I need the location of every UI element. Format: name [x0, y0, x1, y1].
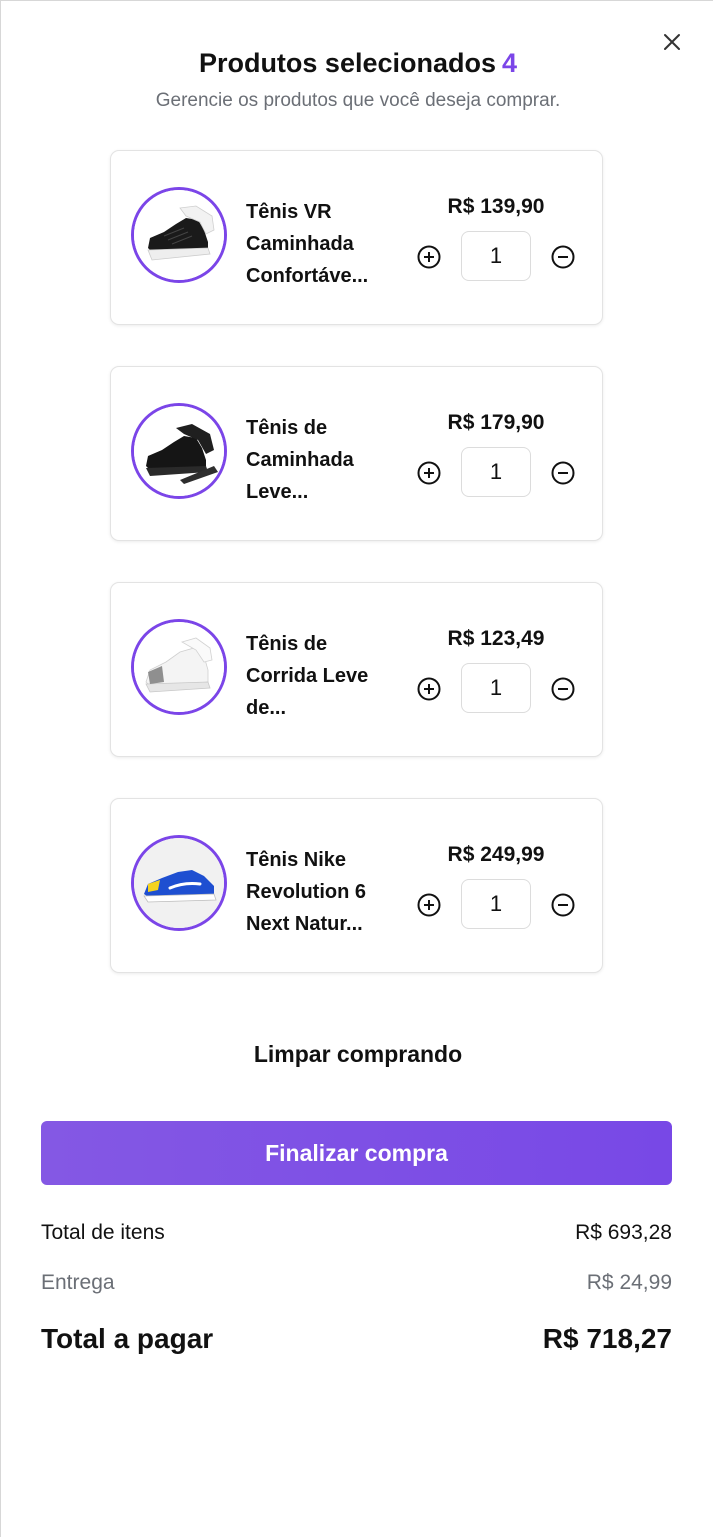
product-name-line: Confortáve...	[246, 265, 369, 287]
page-title: Produtos selecionados 4	[1, 45, 714, 81]
grand-total-label: Total a pagar	[41, 1323, 214, 1354]
shipping-row: Entrega R$ 24,99	[41, 1271, 672, 1295]
grand-total-value: R$ 718,27	[542, 1323, 672, 1354]
product-image	[131, 187, 227, 283]
product-image	[131, 403, 227, 499]
product-card: Tênis Nike Revolution 6 Next Natur... R$…	[110, 798, 603, 973]
title-text: Produtos selecionados	[198, 48, 497, 78]
items-total-label: Total de itens	[41, 1221, 165, 1244]
product-price: R$ 123,49	[447, 627, 545, 650]
quantity-input[interactable]	[461, 231, 531, 281]
minus-circle-icon[interactable]	[551, 893, 575, 917]
product-card: Tênis VR Caminhada Confortáve... R$ 139,…	[110, 150, 603, 325]
product-price: R$ 249,99	[447, 843, 545, 866]
quantity-input[interactable]	[461, 663, 531, 713]
cart-header: Produtos selecionados 4 Gerencie os produ…	[1, 45, 714, 113]
plus-circle-icon[interactable]	[417, 677, 441, 701]
page-subtitle: Gerencie os produtos que você deseja com…	[155, 90, 561, 111]
product-list: Tênis VR Caminhada Confortáve... R$ 139,…	[110, 150, 603, 1014]
product-image	[131, 835, 227, 931]
cart-panel: Produtos selecionados 4 Gerencie os produ…	[0, 0, 713, 1537]
product-name-line: Next Natur...	[246, 913, 363, 935]
plus-circle-icon[interactable]	[417, 893, 441, 917]
shipping-value: R$ 24,99	[586, 1271, 672, 1294]
product-name-line: Tênis de	[246, 417, 328, 439]
product-price: R$ 139,90	[447, 195, 545, 218]
product-name: Tênis VR Caminhada Confortáve...	[246, 196, 396, 292]
plus-circle-icon[interactable]	[417, 245, 441, 269]
product-name: Tênis de Corrida Leve de...	[246, 628, 396, 724]
clear-cart-button[interactable]: Limpar comprando	[1, 1041, 714, 1068]
product-name: Tênis de Caminhada Leve...	[246, 412, 396, 508]
quantity-input[interactable]	[461, 447, 531, 497]
product-name-line: de...	[246, 697, 287, 719]
minus-circle-icon[interactable]	[551, 461, 575, 485]
items-total-row: Total de itens R$ 693,28	[41, 1221, 672, 1245]
product-name: Tênis Nike Revolution 6 Next Natur...	[246, 844, 396, 940]
minus-circle-icon[interactable]	[551, 245, 575, 269]
checkout-button[interactable]: Finalizar compra	[41, 1121, 672, 1185]
shipping-label: Entrega	[41, 1271, 115, 1294]
product-price: R$ 179,90	[447, 411, 545, 434]
product-card: Tênis de Corrida Leve de... R$ 123,49	[110, 582, 603, 757]
product-name-line: Leve...	[246, 481, 309, 503]
product-name-line: Caminhada	[246, 233, 354, 255]
product-image	[131, 619, 227, 715]
grand-total-row: Total a pagar R$ 718,27	[41, 1323, 672, 1355]
product-name-line: Tênis de	[246, 633, 328, 655]
quantity-input[interactable]	[461, 879, 531, 929]
product-name-line: Tênis Nike	[246, 849, 347, 871]
product-name-line: Caminhada	[246, 449, 354, 471]
item-count-badge: 4	[502, 48, 518, 78]
product-name-line: Revolution 6	[246, 881, 367, 903]
product-card: Tênis de Caminhada Leve... R$ 179,90	[110, 366, 603, 541]
minus-circle-icon[interactable]	[551, 677, 575, 701]
product-name-line: Tênis VR	[246, 201, 332, 223]
plus-circle-icon[interactable]	[417, 461, 441, 485]
items-total-value: R$ 693,28	[575, 1221, 672, 1244]
product-name-line: Corrida Leve	[246, 665, 369, 687]
